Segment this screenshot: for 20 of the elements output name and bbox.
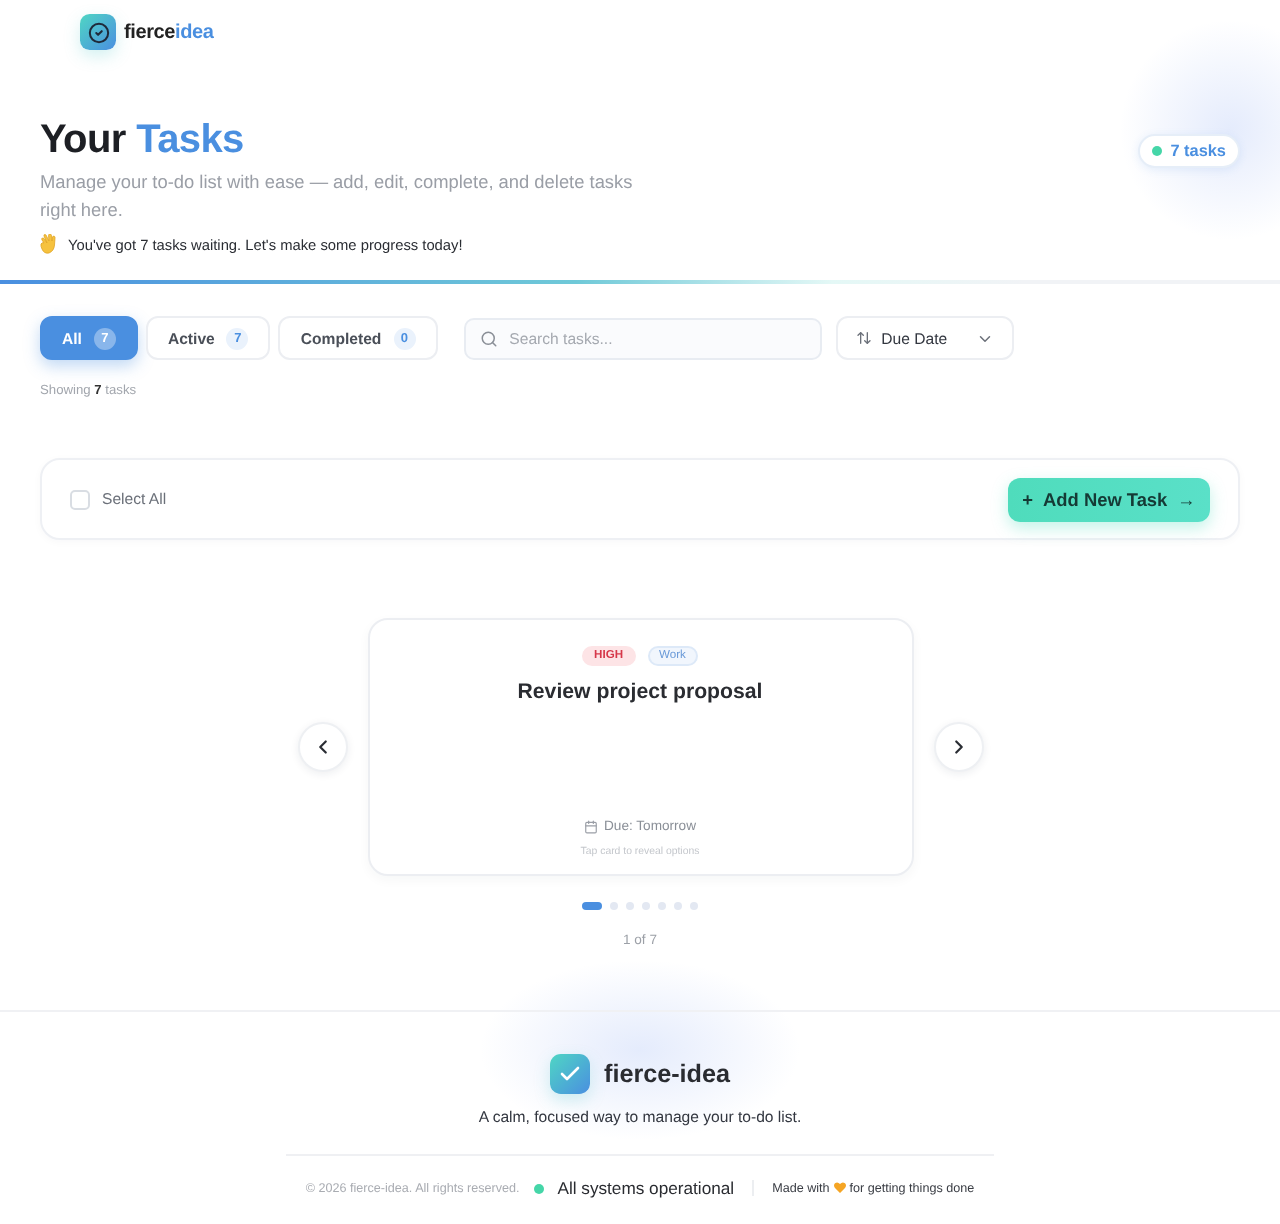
footer-brand: fierce-idea: [604, 1060, 730, 1088]
previous-button[interactable]: [297, 722, 347, 772]
footer-logo-icon: [550, 1054, 590, 1094]
page-title: Your Tasks: [40, 116, 244, 164]
brand-name[interactable]: fierceidea: [124, 21, 214, 43]
waving-hand-icon: [40, 234, 58, 254]
system-status: All systems operational: [557, 1178, 735, 1198]
sort-icon: [855, 330, 872, 346]
status-dot-icon: [533, 1183, 544, 1193]
task-title: Review project proposal: [517, 680, 763, 704]
heart-icon: [833, 1182, 846, 1194]
next-button[interactable]: [933, 722, 983, 772]
search-icon: [479, 329, 498, 347]
calendar-icon: [584, 820, 599, 834]
page-subtitle: Manage your to-do list with ease — add, edit, complete, and delete tasks right here.: [40, 170, 635, 224]
task-count-text: 7 tasks: [1170, 142, 1226, 160]
logo-icon[interactable]: [80, 14, 116, 50]
status-dot-icon: [1152, 146, 1163, 156]
select-all-checkbox[interactable]: [70, 489, 90, 509]
add-task-button[interactable]: + Add New Task →: [1008, 477, 1210, 521]
